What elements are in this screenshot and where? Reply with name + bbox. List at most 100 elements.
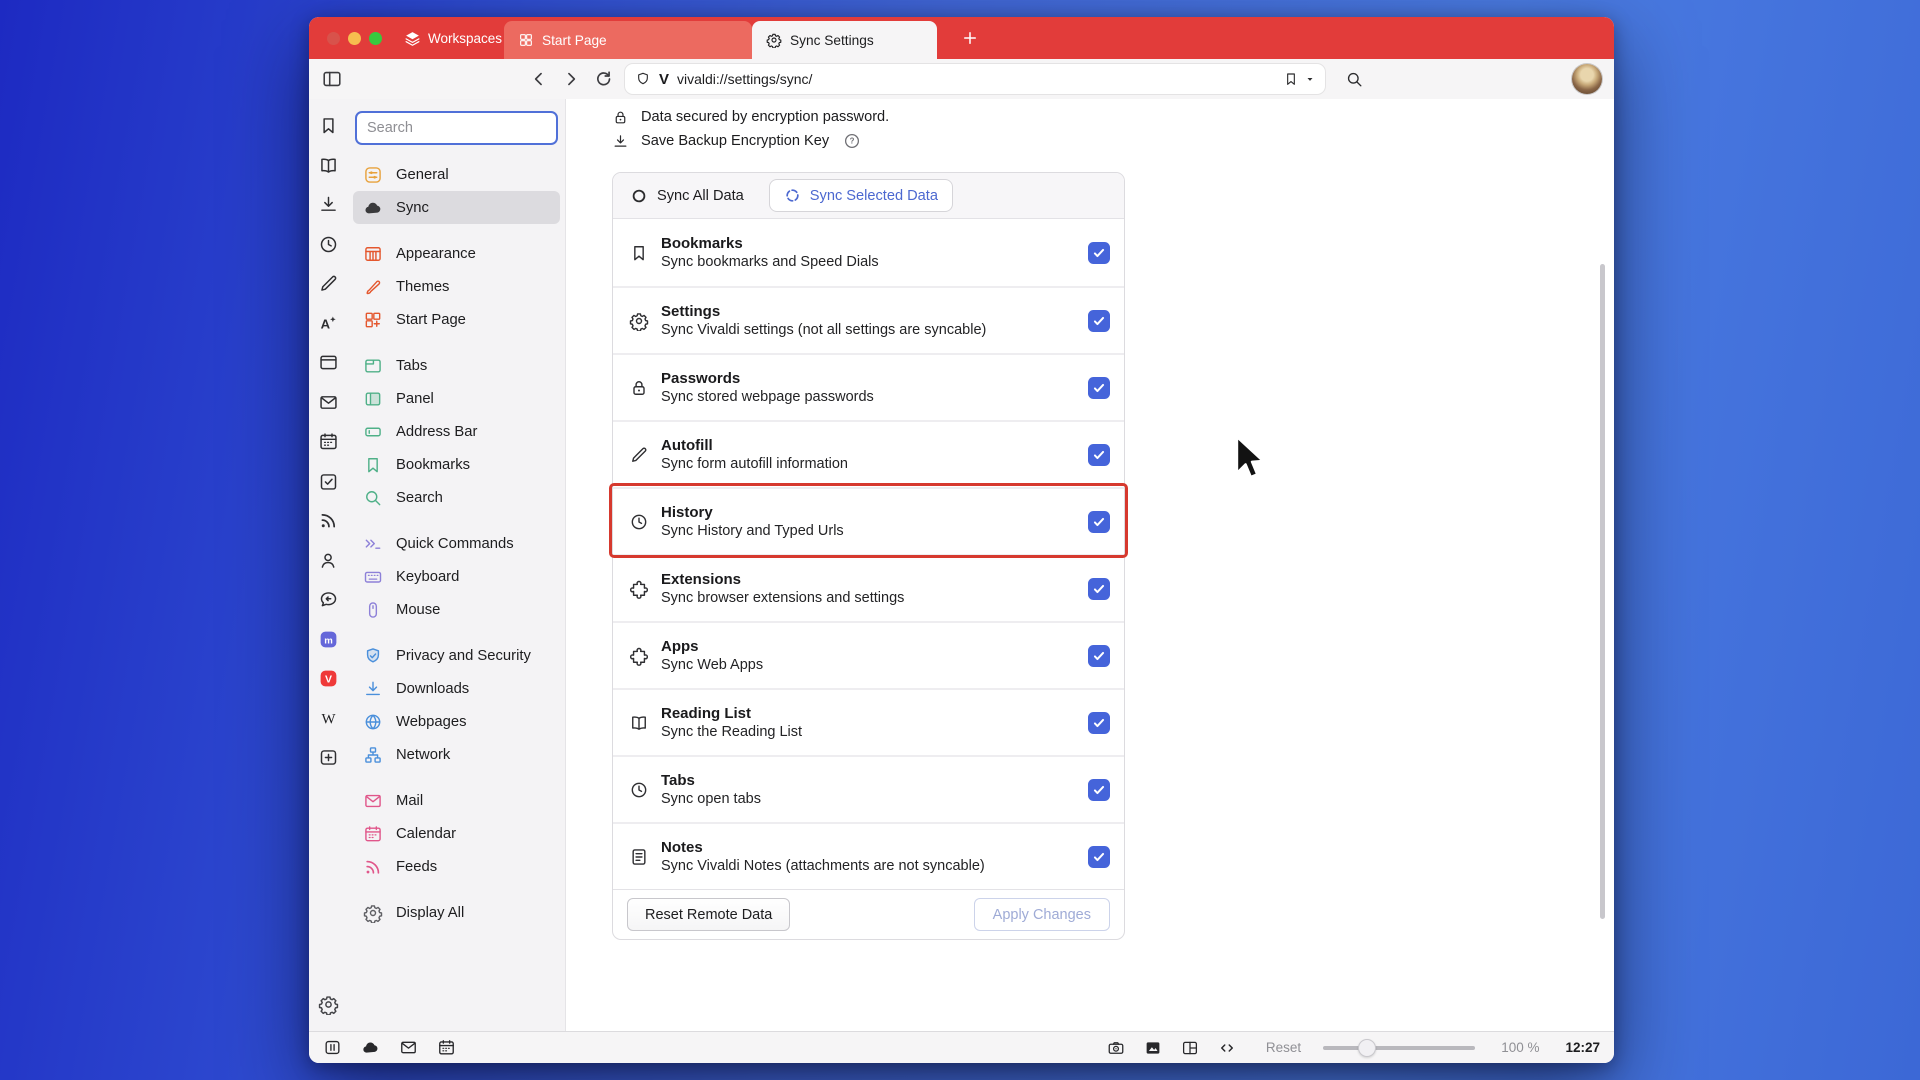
sidebar-item-start-page[interactable]: Start Page [353,303,560,336]
backup-key-text[interactable]: Save Backup Encryption Key [641,133,829,149]
pause-panel-statusbar-button[interactable] [323,1038,342,1057]
new-tab-button[interactable] [961,29,979,47]
reading-list-panel-button[interactable] [318,155,339,176]
mail-panel-button[interactable] [318,392,339,413]
forward-button[interactable] [561,69,581,89]
zoom-window-button[interactable] [369,31,382,45]
sidebar-item-search[interactable]: Search [353,481,560,514]
sidebar-item-themes[interactable]: Themes [353,270,560,303]
notes-panel-button[interactable] [318,273,339,294]
mail-statusbar-button[interactable] [399,1038,418,1057]
sync-item-row-history[interactable]: History Sync History and Typed Urls [609,483,1128,558]
contacts-panel-button[interactable] [318,550,339,571]
settings-panel-button[interactable] [318,994,339,1015]
sync-item-checkbox[interactable] [1088,309,1110,332]
sidebar-item-mouse[interactable]: Mouse [353,593,560,626]
sync-item-checkbox[interactable] [1088,711,1110,734]
chevron-down-icon[interactable] [1305,74,1315,84]
feeds-panel-button[interactable] [318,510,339,531]
sync-item-row-apps[interactable]: Apps Sync Web Apps [613,621,1124,688]
sync-item-row-autofill[interactable]: Autofill Sync form autofill information [613,420,1124,487]
download-panel-button[interactable] [318,194,339,215]
tasks-panel-button[interactable] [318,471,339,492]
sync-item-checkbox[interactable] [1088,443,1110,466]
sync-item-checkbox[interactable] [1088,241,1110,264]
add-webpanel-panel-button[interactable] [318,747,339,768]
mastodon-panel-button[interactable]: m [318,629,339,650]
sync-item-checkbox[interactable] [1088,510,1110,533]
profile-avatar[interactable] [1572,64,1602,94]
sidebar-item-calendar[interactable]: Calendar [353,817,560,850]
sync-item-row-settings[interactable]: Settings Sync Vivaldi settings (not all s… [613,286,1124,353]
zoom-slider-track[interactable] [1323,1045,1476,1050]
tab-sync-settings[interactable]: Sync Settings [752,21,937,59]
sidebar-item-network[interactable]: Network [353,738,560,771]
minimize-window-button[interactable] [348,31,361,45]
sync-selected-data-option[interactable]: Sync Selected Data [768,179,953,212]
zoom-reset-button[interactable]: Reset [1266,1040,1301,1055]
sidebar-item-feeds[interactable]: Feeds [353,850,560,883]
sidebar-item-sync[interactable]: Sync [353,191,560,224]
apply-changes-button[interactable]: Apply Changes [973,898,1110,931]
back-button[interactable] [529,69,549,89]
sidebar-item-downloads[interactable]: Downloads [353,672,560,705]
reset-remote-data-button[interactable]: Reset Remote Data [627,898,791,931]
code-statusbar-button[interactable] [1218,1039,1236,1057]
close-window-button[interactable] [327,31,340,45]
reload-button[interactable] [593,69,613,89]
wikipedia-panel-button[interactable]: W [318,708,339,729]
sidebar-item-webpages[interactable]: Webpages [353,705,560,738]
mouse-icon [363,600,383,620]
sidebar-item-display-all[interactable]: Display All [353,896,560,929]
address-field[interactable]: V vivaldi://settings/sync/ [625,64,1325,94]
sidebar-item-appearance[interactable]: Appearance [353,237,560,270]
sync-item-checkbox[interactable] [1088,577,1110,600]
sync-item-row-tabs[interactable]: Tabs Sync open tabs [613,755,1124,822]
cloud-statusbar-button[interactable] [361,1038,380,1057]
url-text[interactable]: vivaldi://settings/sync/ [677,71,1275,87]
sync-item-checkbox[interactable] [1088,778,1110,801]
sync-item-checkbox[interactable] [1088,644,1110,667]
panel-toggle-button[interactable] [321,68,343,90]
sidebar-item-mail[interactable]: Mail [353,784,560,817]
zoom-slider-knob[interactable] [1358,1038,1377,1057]
calendar-panel-button[interactable] [318,431,339,452]
sync-item-row-extensions[interactable]: Extensions Sync browser extensions and se… [613,554,1124,621]
camera-statusbar-button[interactable] [1107,1039,1125,1057]
tile-statusbar-button[interactable] [1181,1039,1199,1057]
sync-item-row-reading-list[interactable]: Reading List Sync the Reading List [613,688,1124,755]
zoom-slider[interactable] [1323,1038,1476,1057]
sidebar-item-general[interactable]: General [353,158,560,191]
image-statusbar-button[interactable] [1144,1039,1162,1057]
backup-key-line[interactable]: Save Backup Encryption Key ? [612,129,1614,153]
sync-item-row-notes[interactable]: Notes Sync Vivaldi Notes (attachments are… [613,822,1124,889]
network-icon [363,745,383,765]
bookmark-icon[interactable] [1283,71,1299,87]
sync-item-row-bookmarks[interactable]: Bookmarks Sync bookmarks and Speed Dials [613,219,1124,286]
tab-start-page[interactable]: Start Page [504,21,752,59]
sync-item-checkbox[interactable] [1088,845,1110,868]
help-icon[interactable]: ? [843,132,861,150]
search-icon[interactable] [1345,70,1364,89]
translate-panel-button[interactable]: A [318,313,339,334]
sidebar-item-address-bar[interactable]: Address Bar [353,415,560,448]
page-scrollbar[interactable] [1600,264,1605,919]
workspaces-button[interactable]: Workspaces [404,30,519,47]
sidebar-item-panel[interactable]: Panel [353,382,560,415]
calendar-statusbar-button[interactable] [437,1038,456,1057]
sync-item-checkbox[interactable] [1088,376,1110,399]
shield-icon[interactable] [635,71,651,87]
sync-item-row-passwords[interactable]: Passwords Sync stored webpage passwords [613,353,1124,420]
bookmark-panel-button[interactable] [318,115,339,136]
sidebar-item-tabs[interactable]: Tabs [353,349,560,382]
vivaldi-panel-button[interactable]: V [318,668,339,689]
sidebar-item-privacy-and-security[interactable]: Privacy and Security [353,639,560,672]
session-panel-button[interactable] [318,589,339,610]
settings-search-input[interactable] [355,111,558,145]
sidebar-item-bookmarks[interactable]: Bookmarks [353,448,560,481]
sidebar-item-quick-commands[interactable]: Quick Commands [353,527,560,560]
history-panel-button[interactable] [318,234,339,255]
sync-all-data-option[interactable]: Sync All Data [630,187,744,205]
sidebar-item-keyboard[interactable]: Keyboard [353,560,560,593]
window-panel-button[interactable] [318,352,339,373]
